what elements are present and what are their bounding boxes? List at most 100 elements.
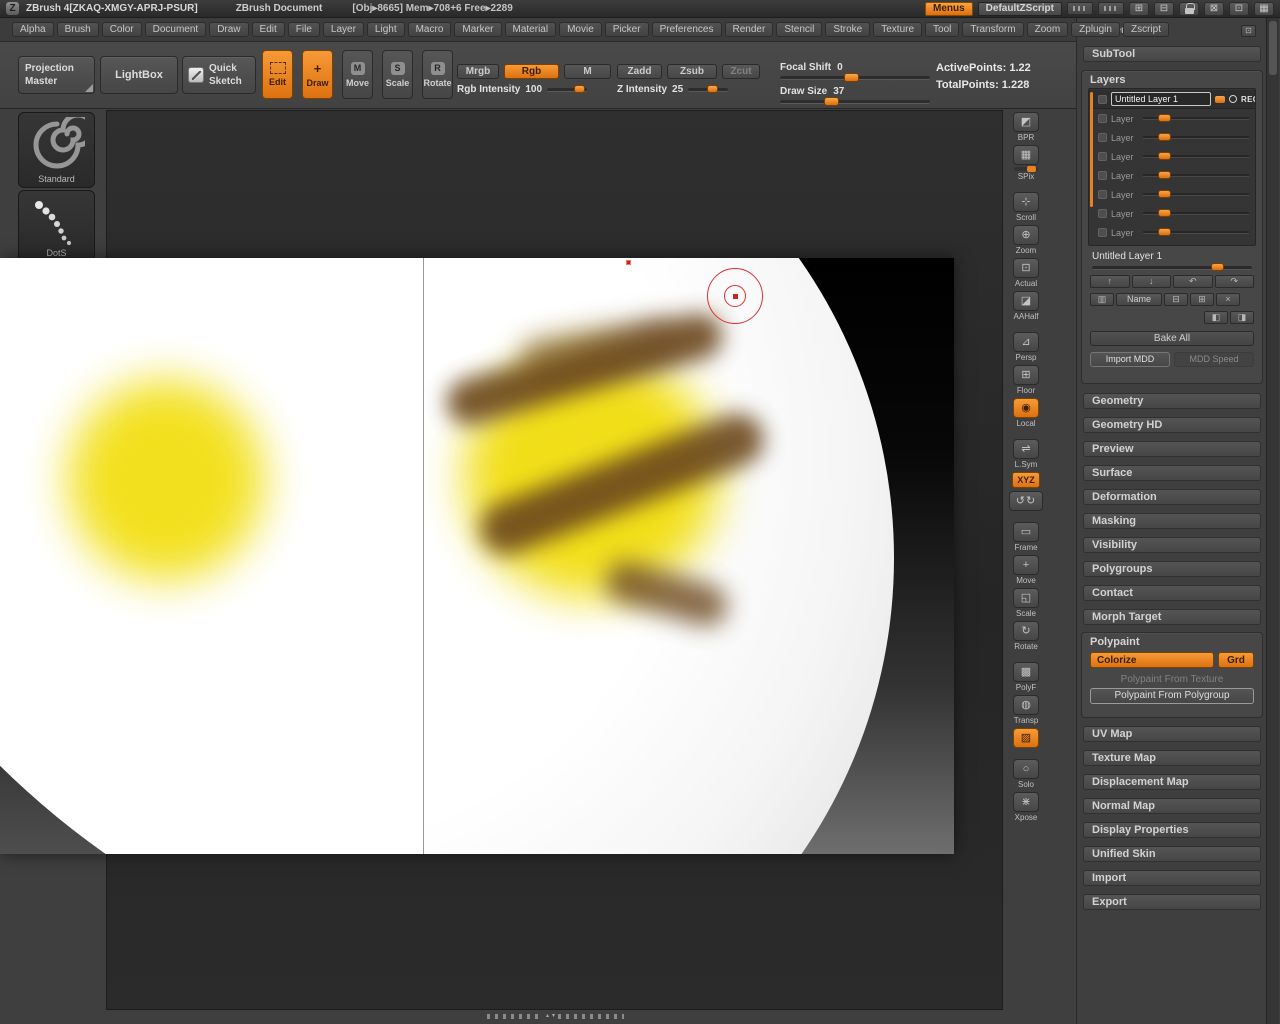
grd-button[interactable]: Grd (1218, 652, 1254, 668)
slider-handle[interactable] (1158, 133, 1171, 141)
polypaint-panel-header[interactable]: Polypaint (1082, 633, 1262, 650)
active-layer-name-field[interactable]: Untitled Layer 1 (1111, 92, 1211, 106)
slider-handle[interactable] (707, 85, 718, 93)
canvas-tool-button[interactable]: ◩ BPR (1013, 112, 1039, 142)
canvas-tool-button[interactable]: ◱ Scale (1013, 588, 1039, 618)
palette-section-header[interactable]: Texture Map (1083, 750, 1261, 766)
palette-section-header[interactable]: Geometry HD (1083, 417, 1261, 433)
divider-left-icon[interactable]: ⊞ (1129, 2, 1149, 16)
canvas-tool-button[interactable]: ↻ Rotate (1013, 621, 1039, 651)
layer-undo-button[interactable]: ↶ (1173, 275, 1213, 288)
sculpt-toggle-button[interactable]: Zcut (722, 64, 760, 79)
palette-section-header[interactable]: Polygroups (1083, 561, 1261, 577)
duplicate-layer-button[interactable]: ⊟ (1164, 293, 1188, 306)
palette-section-header[interactable]: Masking (1083, 513, 1261, 529)
menu-item[interactable]: Transform (962, 22, 1023, 37)
invert-layer-button[interactable]: ◨ (1230, 311, 1254, 324)
layer-row[interactable]: Layer (1089, 166, 1255, 185)
divider-right-icon[interactable]: ⊟ (1154, 2, 1174, 16)
canvas-tool-button[interactable]: ◪ AAHalf (1013, 291, 1039, 321)
default-zscript-button[interactable]: DefaultZScript (978, 2, 1062, 16)
mode-button[interactable]: M Move (342, 50, 373, 99)
slider-handle[interactable] (824, 97, 839, 106)
palette-section-header[interactable]: Visibility (1083, 537, 1261, 553)
layer-row[interactable]: Layer (1089, 185, 1255, 204)
layer-visibility-icon[interactable] (1098, 228, 1107, 237)
layer-visibility-icon[interactable] (1098, 95, 1107, 104)
paint-toggle-button[interactable]: M (564, 64, 611, 79)
palette-section-header[interactable]: Display Properties (1083, 822, 1261, 838)
slider-handle[interactable] (1158, 228, 1171, 236)
palette-section-header[interactable]: UV Map (1083, 726, 1261, 742)
palette-section-header[interactable]: Displacement Map (1083, 774, 1261, 790)
paint-toggle-button[interactable]: Rgb (504, 64, 559, 79)
document-view-right[interactable] (424, 258, 954, 854)
layer-row[interactable]: Layer (1089, 147, 1255, 166)
canvas-tool-button[interactable]: ◍ Transp (1013, 695, 1039, 725)
palette-section-header[interactable]: Export (1083, 894, 1261, 910)
layer-intensity-slider[interactable] (1143, 117, 1249, 120)
canvas-scrollbar[interactable]: ▴ ▾ (487, 1012, 624, 1020)
mode-button[interactable]: R Rotate (422, 50, 453, 99)
canvas-tool-button[interactable]: ⇌ L.Sym (1013, 439, 1039, 469)
layer-intensity-slider[interactable] (1143, 136, 1249, 139)
rgb-intensity-slider[interactable]: Rgb Intensity 100 (457, 84, 587, 95)
layer-intensity-slider[interactable] (1143, 212, 1249, 215)
menu-item[interactable]: File (288, 22, 320, 37)
layer-visibility-icon[interactable] (1098, 171, 1107, 180)
document-view[interactable] (0, 258, 954, 854)
layer-down-button[interactable]: ↓ (1132, 275, 1172, 288)
layer-redo-button[interactable]: ↷ (1215, 275, 1255, 288)
menu-item[interactable]: Render (725, 22, 774, 37)
z-intensity-slider[interactable]: Z Intensity 25 (617, 84, 728, 95)
layer-intensity-slider[interactable] (1143, 231, 1249, 234)
split-layer-button[interactable]: ◧ (1204, 311, 1228, 324)
layer-intensity-slider[interactable] (1143, 174, 1249, 177)
menu-item[interactable]: Alpha (12, 22, 54, 37)
layer-row-active[interactable]: Untitled Layer 1 REC (1089, 90, 1255, 109)
slider-handle[interactable] (1158, 209, 1171, 217)
menu-item[interactable]: Preferences (652, 22, 722, 37)
canvas-tool-button[interactable]: + Move (1013, 555, 1039, 585)
delete-layer-button[interactable]: × (1216, 293, 1240, 306)
tray-scrollbar[interactable] (1266, 18, 1279, 1024)
sculpt-toggle-button[interactable]: Zsub (667, 64, 717, 79)
paint-toggle-button[interactable]: Mrgb (457, 64, 499, 79)
layer-intensity-main-slider[interactable] (1092, 266, 1252, 270)
slider-handle[interactable] (1211, 263, 1224, 271)
palette-section-header[interactable]: Surface (1083, 465, 1261, 481)
slider-handle[interactable] (1158, 152, 1171, 160)
menu-item[interactable]: Stencil (776, 22, 822, 37)
store-document-icon[interactable]: ⊠ (1204, 2, 1224, 16)
canvas-tool-button[interactable]: ▦ SPix (1013, 145, 1039, 181)
scroll-up-icon[interactable]: ▴ (546, 1012, 549, 1020)
palette-section-header[interactable]: Morph Target (1083, 609, 1261, 625)
palette-section-header[interactable]: Contact (1083, 585, 1261, 601)
menu-item[interactable]: Texture (873, 22, 922, 37)
titlebar-slider-2[interactable] (1098, 2, 1124, 15)
canvas-tool-button[interactable]: ▭ Frame (1013, 522, 1039, 552)
quick-sketch-button[interactable]: Quick Sketch (182, 56, 256, 94)
layer-rename-button[interactable]: Name (1116, 293, 1162, 306)
layers-panel-header[interactable]: Layers (1082, 71, 1262, 88)
new-layer-button[interactable]: ▥ (1090, 293, 1114, 306)
mode-button[interactable]: + Draw (302, 50, 333, 99)
menu-item[interactable]: Picker (605, 22, 649, 37)
tray-scrollbar-thumb[interactable] (1269, 21, 1277, 75)
slider-handle[interactable] (1158, 114, 1171, 122)
canvas-tool-button[interactable]: ⊡ Actual (1013, 258, 1039, 288)
focal-shift-slider[interactable]: Focal Shift 0 (780, 62, 930, 80)
canvas-tool-button[interactable]: ▨ (1013, 728, 1039, 748)
bake-all-button[interactable]: Bake All (1090, 331, 1254, 346)
colorize-button[interactable]: Colorize (1090, 652, 1214, 668)
canvas-tool-button[interactable]: XYZ (1012, 472, 1040, 488)
canvas-tool-button[interactable]: ⊹ Scroll (1013, 192, 1039, 222)
mdd-speed-button[interactable]: MDD Speed (1174, 352, 1254, 367)
palette-section-header[interactable]: Geometry (1083, 393, 1261, 409)
menu-item[interactable]: Layer (323, 22, 364, 37)
layer-row[interactable]: Layer (1089, 223, 1255, 242)
menu-item[interactable]: Stroke (825, 22, 870, 37)
scroll-down-icon[interactable]: ▾ (552, 1012, 555, 1020)
palette-section-header[interactable]: Import (1083, 870, 1261, 886)
slider-handle[interactable] (1158, 190, 1171, 198)
